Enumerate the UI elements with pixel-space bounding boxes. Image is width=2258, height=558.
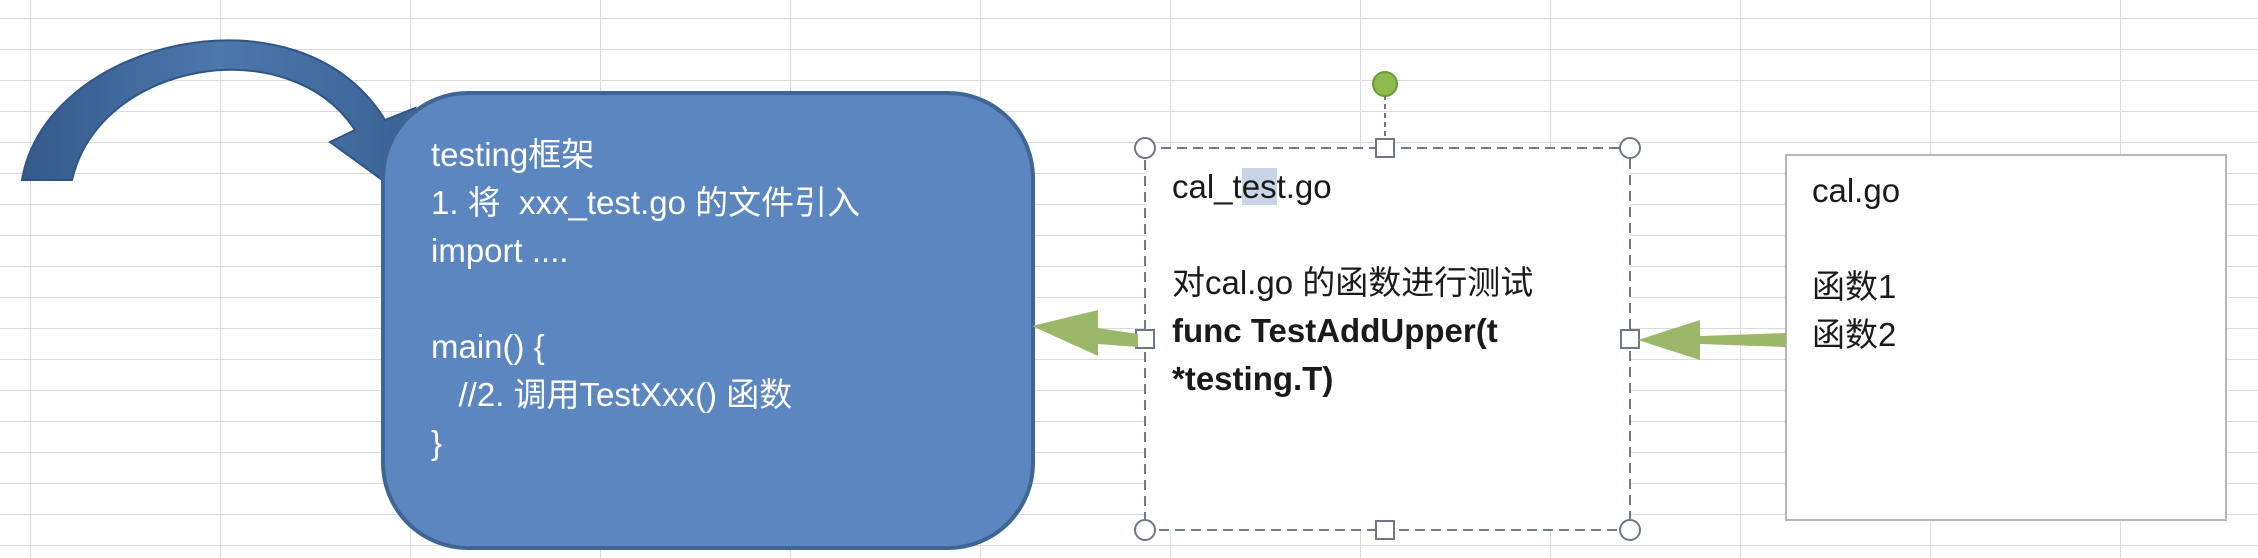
function-item-1: 函数1 [1812,268,1897,305]
cal-test-description: 对cal.go 的函数进行测试 [1172,264,1534,301]
selected-text-highlight[interactable]: es [1241,168,1277,205]
func-signature-line-1: func TestAddUpper(t [1172,312,1498,349]
handle-top-right[interactable] [1619,137,1641,159]
cal-source-filename: cal.go [1812,172,1901,209]
handle-bottom-left[interactable] [1134,519,1156,541]
handle-bottom-right[interactable] [1619,519,1641,541]
framework-line-close: } [431,424,443,461]
func-signature-line-2: *testing.T) [1172,360,1334,397]
filename-part: t.go [1276,168,1332,205]
handle-left-middle[interactable] [1135,329,1155,349]
framework-line-main: main() { [431,328,545,365]
filename-part: cal_t [1172,168,1242,205]
framework-line-import: import .... [431,232,569,269]
framework-title: testing框架 [431,136,595,173]
handle-top-left[interactable] [1134,137,1156,159]
handle-bottom-middle[interactable] [1375,520,1395,540]
framework-text: testing框架 1. 将 xxx_test.go 的文件引入 import … [431,131,1011,467]
curved-arrow [20,39,417,184]
arrow-cal-to-test [1638,320,1786,360]
cal-source-text: cal.go 函数1 函数2 [1812,167,2192,359]
rotation-handle[interactable] [1372,71,1398,97]
cal-test-text: cal_test.go 对cal.go 的函数进行测试 func TestAdd… [1172,163,1632,403]
framework-line-call: //2. 调用TestXxx() 函数 [431,376,793,413]
framework-line-import-file: 1. 将 xxx_test.go 的文件引入 [431,184,861,221]
handle-top-middle[interactable] [1375,138,1395,158]
cal-test-filename: cal_test.go [1172,163,1632,211]
framework-line-blank [431,275,1011,323]
arrow-test-to-framework [1032,310,1138,356]
function-item-2: 函数2 [1812,316,1897,353]
